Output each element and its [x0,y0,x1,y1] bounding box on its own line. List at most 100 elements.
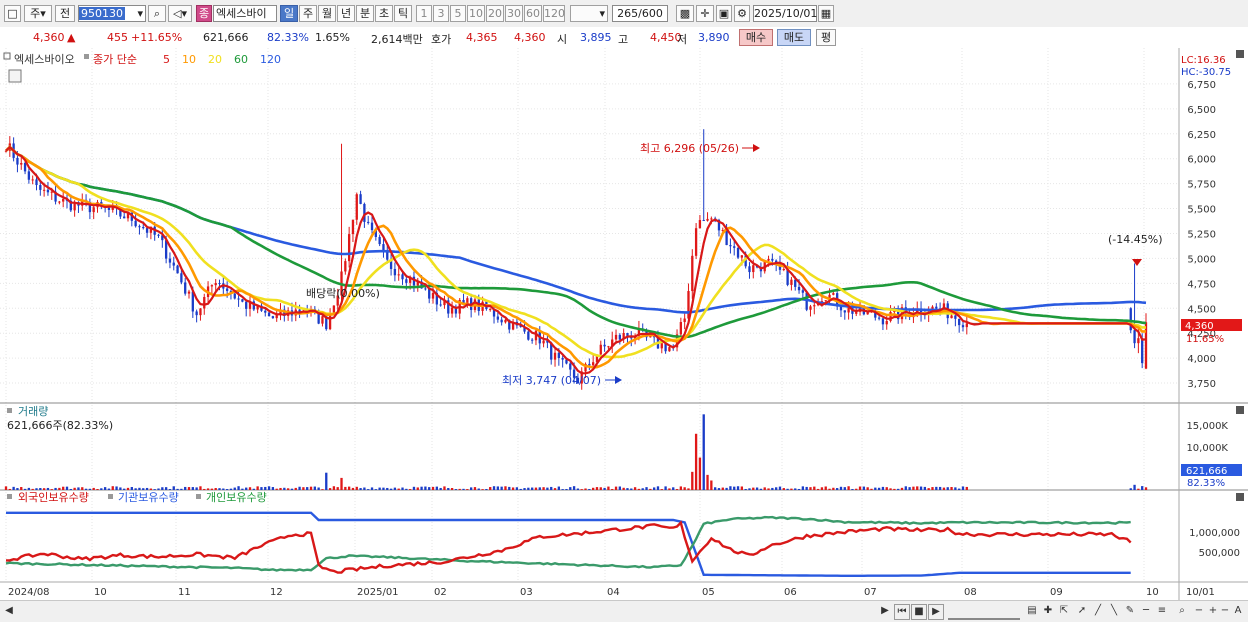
volume-bar [614,486,618,490]
volume-bar [428,487,431,490]
date-field[interactable]: 2025/10/01 [753,5,817,22]
minus-icon[interactable]: − [1194,604,1204,618]
count-field[interactable]: 265/600 [612,5,668,22]
candle-body [557,352,560,359]
volume-bar [248,487,252,490]
volume-bar [450,488,454,490]
volume-bar [290,488,294,490]
grid-icon[interactable] [8,69,22,83]
candle-body [801,290,805,293]
price-close-icon[interactable] [1236,50,1244,58]
volume-bar [222,488,225,490]
interval-button-1[interactable]: 3 [433,5,449,22]
code-dropdown-icon[interactable]: ▾ [137,6,143,21]
dash-icon[interactable]: − [1220,604,1230,618]
candle-body [271,316,275,319]
scroll-left-icon[interactable]: ◀ [4,604,14,618]
stock-chart[interactable]: 3,7504,0004,2504,5004,7505,0005,2505,500… [0,48,1248,600]
volume-bar [298,486,301,490]
zoom-slider[interactable] [948,604,1020,620]
ray-icon[interactable]: ╲ [1108,604,1120,618]
period-button-4[interactable]: 분 [356,5,374,22]
volume-close-icon[interactable] [1236,406,1244,414]
period-button-0[interactable]: 일 [280,5,298,22]
volume-bar [69,488,72,490]
mode-select[interactable]: 주▾ [24,5,52,22]
interval-button-6[interactable]: 60 [524,5,542,22]
interval-button-0[interactable]: 1 [416,5,432,22]
tools-icon[interactable]: ✛ [696,5,714,22]
crosshair-icon[interactable]: ✚ [1042,604,1054,618]
period-button-5[interactable]: 초 [375,5,393,22]
rewind-icon[interactable]: ⏮ [894,604,910,620]
font-size-icon[interactable]: A [1232,604,1244,618]
volume-bar [637,488,641,490]
interval-button-2[interactable]: 5 [450,5,466,22]
scroll-bar[interactable]: ◀ ▶ ⏮ ■ ▶ ▤ ✚ ⇱ ➚ ╱ ╲ ✎ ─ ≡ ⌕ − + − A [0,600,1248,622]
search-icon[interactable]: ⌕ [148,5,166,22]
volume-title: 거래량 [18,405,48,418]
cursor-icon[interactable]: ⇱ [1058,604,1070,618]
interval-button-4[interactable]: 20 [486,5,504,22]
low-price: 3,890 [698,31,730,44]
calendar-icon[interactable]: ▦ [818,5,834,22]
plus-icon[interactable]: + [1208,604,1218,618]
gear-icon[interactable]: ⚙ [734,5,750,22]
volume-bar [611,489,614,490]
volume-bar [546,487,549,490]
legend-foreign: 외국인보유수량 [18,491,89,504]
holding-close-icon[interactable] [1236,493,1244,501]
interval-button-3[interactable]: 10 [467,5,485,22]
volume-bar [672,487,675,490]
volume-tick-label: 10,000K [1186,443,1228,454]
scroll-right-icon[interactable]: ▶ [880,604,890,618]
prev-button[interactable]: 전 [55,5,75,22]
link-icon[interactable]: ▤ [1026,604,1038,618]
high-label: 고 [618,33,629,46]
play-icon[interactable]: ▶ [928,604,944,620]
interval-button-5[interactable]: 30 [505,5,523,22]
bar-chart-icon[interactable]: ▩ [676,5,694,22]
stop-icon[interactable]: ■ [911,604,927,620]
trend-icon[interactable]: ➚ [1076,604,1088,618]
volume-bar [393,487,397,490]
volume-bar [187,487,191,490]
fib-icon[interactable]: ≡ [1156,604,1168,618]
speaker-icon[interactable]: ◁▾ [168,5,192,22]
volume-bar [1137,488,1140,490]
period-button-3[interactable]: 년 [337,5,355,22]
volume-bar [958,488,961,490]
volume-bar [84,488,88,490]
code-input[interactable]: 950130 ▾ [78,5,146,22]
candle-body [180,273,183,283]
price-tick-label: 5,000 [1187,254,1216,265]
buy-button[interactable]: 매수 [739,29,773,46]
ma-legend-20: 20 [208,53,222,66]
volume-bar [332,486,336,490]
x-axis-label: 10 [94,587,107,598]
interval-button-7[interactable]: 120 [543,5,565,22]
hline-icon[interactable]: ─ [1140,604,1152,618]
evaluate-button[interactable]: 평 [816,29,836,46]
volume-bar [946,487,949,490]
pen-icon[interactable]: ✎ [1124,604,1136,618]
volume-bar [633,487,637,490]
period-button-6[interactable]: 틱 [394,5,412,22]
candle-body [35,179,38,186]
candle-body [542,340,545,344]
candle-body [20,162,23,165]
period-button-1[interactable]: 주 [299,5,317,22]
period-button-2[interactable]: 월 [318,5,336,22]
trade-amount: 2,614백만 [371,33,423,46]
name-field[interactable]: 엑세스바이 [213,5,277,22]
stock-name-label: 엑세스바이오 [14,53,75,66]
save-icon[interactable]: ▣ [716,5,732,22]
zoom-icon[interactable]: ⌕ [1176,604,1188,618]
layout-icon[interactable]: □ [4,5,21,22]
volume-bar [370,487,374,490]
sell-button[interactable]: 매도 [777,29,811,46]
line-icon[interactable]: ╱ [1092,604,1104,618]
count-max: /600 [638,7,663,20]
volume-pct-tag: 82.33% [1187,478,1225,489]
interval-dropdown[interactable]: ▾ [570,5,608,22]
